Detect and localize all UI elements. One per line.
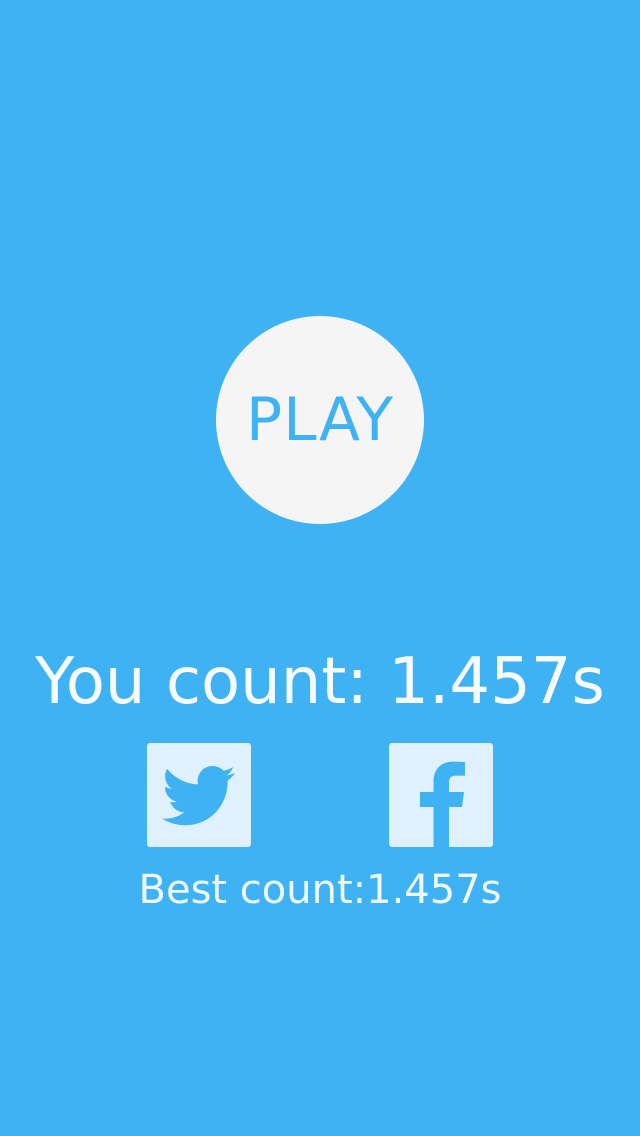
play-button-label: PLAY bbox=[245, 385, 395, 455]
best-count-text: Best count:1.457s bbox=[138, 867, 502, 913]
facebook-f-icon bbox=[420, 761, 465, 847]
twitter-bird-icon bbox=[162, 766, 235, 826]
current-count-text: You count: 1.457s bbox=[35, 645, 605, 719]
facebook-share-button[interactable] bbox=[389, 743, 493, 847]
twitter-share-button[interactable] bbox=[147, 743, 251, 847]
play-button[interactable]: PLAY bbox=[216, 316, 424, 524]
